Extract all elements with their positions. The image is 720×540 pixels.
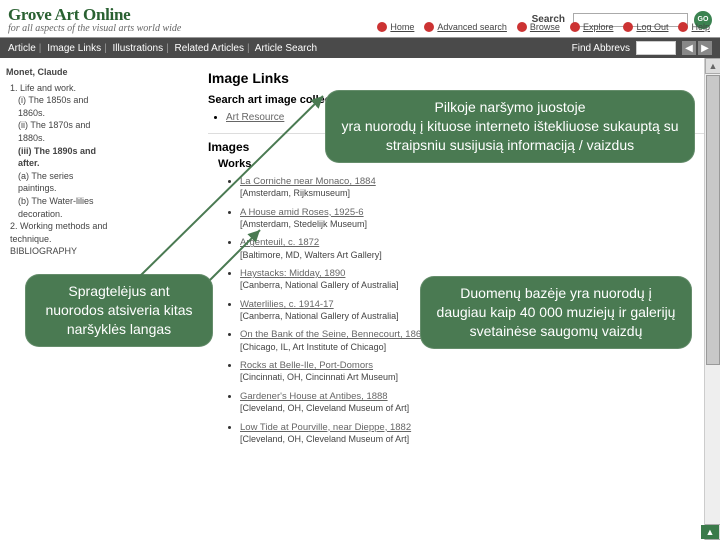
nav-help[interactable]: Help: [678, 22, 710, 32]
work-location: [Amsterdam, Stedelijk Museum]: [240, 219, 367, 229]
callout-museum-count: Duomenų bazėje yra nuorodų į daugiau kai…: [420, 276, 692, 349]
list-item: La Corniche near Monaco, 1884[Amsterdam,…: [240, 176, 710, 201]
art-resource-link[interactable]: Art Resource: [226, 112, 284, 123]
toc-item[interactable]: 1. Life and work.: [10, 82, 112, 95]
brand-title: Grove Art Online: [8, 5, 181, 25]
work-link[interactable]: Low Tide at Pourville, near Dieppe, 1882: [240, 422, 411, 433]
top-nav-links: Home Advanced search Browse Explore Log …: [377, 22, 710, 32]
explore-icon: [570, 22, 580, 32]
callout-link-opens-window: Spragtelėjus ant nuorodos atsiveria kita…: [25, 274, 213, 347]
tab-article-search[interactable]: Article Search: [255, 43, 317, 54]
work-location: [Canberra, National Gallery of Australia…: [240, 311, 399, 321]
paging-arrows: ◀ ▶: [682, 41, 712, 55]
tab-links: Article| Image Links| Illustrations| Rel…: [8, 43, 317, 54]
app-header: Grove Art Online for all aspects of the …: [0, 0, 720, 38]
toc-item[interactable]: (ii) The 1870s and 1880s.: [18, 119, 112, 144]
find-abbrev-label: Find Abbrevs: [572, 43, 630, 54]
work-link[interactable]: Gardener's House at Antibes, 1888: [240, 391, 388, 402]
scroll-thumb[interactable]: [706, 75, 720, 365]
nav-explore[interactable]: Explore: [570, 22, 614, 32]
work-link[interactable]: A House amid Roses, 1925-6: [240, 207, 364, 218]
tab-illustrations[interactable]: Illustrations: [113, 43, 164, 54]
work-link[interactable]: Haystacks: Midday, 1890: [240, 268, 345, 279]
list-item: A House amid Roses, 1925-6[Amsterdam, St…: [240, 207, 710, 232]
work-location: [Amsterdam, Rijksmuseum]: [240, 188, 350, 198]
list-item: Gardener's House at Antibes, 1888[Clevel…: [240, 391, 710, 416]
nav-logout[interactable]: Log Out: [623, 22, 668, 32]
work-link[interactable]: Waterlilies, c. 1914-17: [240, 299, 334, 310]
abbrev-search: Find Abbrevs ◀ ▶: [572, 41, 712, 55]
find-abbrev-input[interactable]: [636, 41, 676, 55]
work-location: [Canberra, National Gallery of Australia…: [240, 280, 399, 290]
toc-list: 1. Life and work.(i) The 1850s and 1860s…: [6, 82, 112, 258]
prev-arrow-icon[interactable]: ◀: [682, 41, 696, 55]
work-link[interactable]: Rocks at Belle-Ile, Port-Domors: [240, 360, 373, 371]
tab-related[interactable]: Related Articles: [174, 43, 243, 54]
tab-article[interactable]: Article: [8, 43, 36, 54]
tab-bar: Article| Image Links| Illustrations| Rel…: [0, 38, 720, 58]
work-location: [Cleveland, OH, Cleveland Museum of Art]: [240, 403, 409, 413]
help-icon: [678, 22, 688, 32]
browse-icon: [517, 22, 527, 32]
logout-icon: [623, 22, 633, 32]
vertical-scrollbar[interactable]: ▲ ▼: [704, 58, 720, 540]
work-location: [Baltimore, MD, Walters Art Gallery]: [240, 250, 382, 260]
list-item: Rocks at Belle-Ile, Port-Domors[Cincinna…: [240, 360, 710, 385]
brand: Grove Art Online for all aspects of the …: [8, 5, 181, 34]
toc-item[interactable]: 2. Working methods and technique.: [10, 220, 112, 245]
article-title: Monet, Claude: [6, 66, 112, 79]
home-icon: [377, 22, 387, 32]
work-link[interactable]: La Corniche near Monaco, 1884: [240, 176, 376, 187]
work-link[interactable]: Argenteuil, c. 1872: [240, 237, 319, 248]
toc-item[interactable]: BIBLIOGRAPHY: [10, 245, 112, 258]
work-link[interactable]: On the Bank of the Seine, Bennecourt, 18…: [240, 329, 426, 340]
corner-button[interactable]: ▲: [701, 525, 719, 539]
next-arrow-icon[interactable]: ▶: [698, 41, 712, 55]
list-item: Low Tide at Pourville, near Dieppe, 1882…: [240, 422, 710, 447]
nav-browse[interactable]: Browse: [517, 22, 560, 32]
tab-image-links[interactable]: Image Links: [47, 43, 101, 54]
nav-advanced-search[interactable]: Advanced search: [424, 22, 507, 32]
toc-item[interactable]: (b) The Water-lilies decoration.: [18, 195, 112, 220]
callout-greybar: Pilkoje naršymo juostoje yra nuorodų į k…: [325, 90, 695, 163]
work-location: [Chicago, IL, Art Institute of Chicago]: [240, 342, 386, 352]
work-location: [Cincinnati, OH, Cincinnati Art Museum]: [240, 372, 398, 382]
nav-home[interactable]: Home: [377, 22, 414, 32]
brand-tagline: for all aspects of the visual arts world…: [8, 23, 181, 34]
scroll-up-icon[interactable]: ▲: [705, 58, 720, 74]
search-icon: [424, 22, 434, 32]
toc-item[interactable]: (i) The 1850s and 1860s.: [18, 94, 112, 119]
page-title: Image Links: [208, 70, 710, 86]
toc-item[interactable]: (a) The series paintings.: [18, 170, 112, 195]
list-item: Argenteuil, c. 1872 [Baltimore, MD, Walte…: [240, 237, 710, 262]
work-location: [Cleveland, OH, Cleveland Museum of Art]: [240, 434, 409, 444]
toc-item[interactable]: (iii) The 1890s and after.: [18, 145, 112, 170]
